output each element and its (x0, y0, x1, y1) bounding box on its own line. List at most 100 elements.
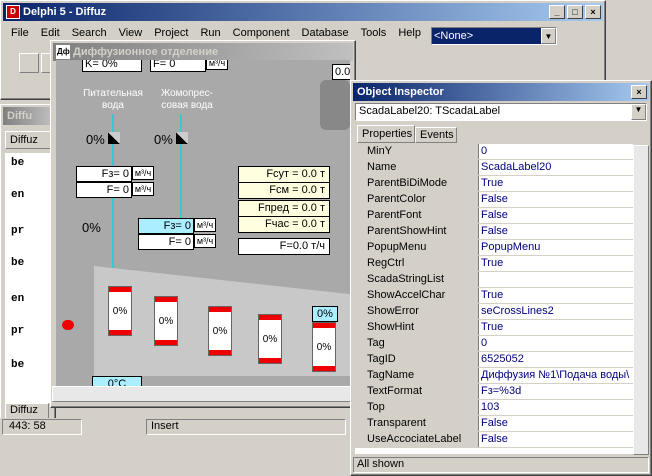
tank-1: 0% (108, 286, 132, 336)
property-value[interactable]: True (481, 320, 503, 335)
tank-5: 0% (312, 322, 336, 372)
tank-pct: 0% (112, 306, 128, 317)
minimize-button[interactable]: _ (549, 5, 565, 19)
top-f-label: F= 0 (150, 60, 206, 72)
property-value[interactable]: ScadaLabel20 (481, 160, 551, 175)
property-row[interactable]: ShowHint True (355, 320, 633, 336)
temp-label: 0°C (92, 376, 142, 386)
property-row[interactable]: RegCtrl True (355, 256, 633, 272)
valve2-pct: 0% (154, 132, 173, 147)
property-row[interactable]: ParentShowHint False (355, 224, 633, 240)
property-row[interactable]: Tag 0 (355, 336, 633, 352)
inspector-title-bar[interactable]: Object Inspector × (353, 83, 649, 101)
property-value[interactable]: False (481, 416, 508, 431)
property-name: Transparent (355, 416, 479, 431)
property-value[interactable]: PopupMenu (481, 240, 540, 255)
code-line: pr (11, 325, 25, 337)
property-row[interactable]: Name ScadaLabel20 (355, 160, 633, 176)
property-row[interactable]: ScadaStringList (355, 272, 633, 288)
close-button[interactable]: × (631, 85, 647, 99)
component-combo[interactable]: <None> ▼ (431, 27, 557, 45)
fz1-label: Fз= 0 (76, 166, 132, 182)
tab-properties[interactable]: Properties (357, 125, 415, 143)
property-row[interactable]: ParentColor False (355, 192, 633, 208)
unit-m3: м³/ч (132, 182, 154, 196)
property-value[interactable]: 103 (481, 400, 499, 415)
tank-2: 0% (154, 296, 178, 346)
property-value[interactable]: 0 (481, 144, 487, 159)
property-row[interactable]: Top 103 (355, 400, 633, 416)
status-pos: 443: 58 (9, 420, 46, 432)
property-row[interactable]: ParentFont False (355, 208, 633, 224)
property-name: PopupMenu (355, 240, 479, 255)
insert-mode: Insert (146, 419, 346, 435)
property-name: UseAccociateLabel (355, 432, 479, 447)
menu-file[interactable]: File (5, 25, 35, 43)
cyan-pct: 0% (312, 306, 338, 322)
press-water-label: Жомопрес- совая вода (161, 88, 213, 111)
inspector-status: All shown (353, 457, 649, 473)
property-value[interactable]: False (481, 224, 508, 239)
property-grid: MinY 0 Name ScadaLabel20 ParentBiDiMode True P… (355, 144, 633, 454)
f2-label: F= 0 (138, 234, 194, 250)
unit-m3: м³/ч (194, 234, 216, 248)
editor-title[interactable]: Diffu (3, 107, 53, 125)
property-row[interactable]: MinY 0 (355, 144, 633, 160)
ide-title-bar[interactable]: D Delphi 5 - Diffuz _ □ × (3, 3, 603, 21)
property-name: Top (355, 400, 479, 415)
tab-diffuz-bottom[interactable]: Diffuz (5, 403, 49, 419)
valve-icon[interactable] (176, 132, 188, 144)
property-value[interactable]: 6525052 (481, 352, 524, 367)
fpred-label: Fпред = 0.0 т (238, 200, 330, 217)
property-name: ParentBiDiMode (355, 176, 479, 191)
inspector-vscroll[interactable] (633, 145, 649, 455)
valve-icon[interactable] (108, 132, 120, 144)
property-name: ParentColor (355, 192, 479, 207)
property-row[interactable]: ShowAccelChar True (355, 288, 633, 304)
tab-diffuz[interactable]: Diffuz (5, 131, 51, 149)
object-selector[interactable]: ScadaLabel20: TScadaLabel ▼ (355, 103, 647, 121)
property-value[interactable]: False (481, 432, 508, 447)
form-title: Диффузионное отделение (73, 46, 219, 58)
property-row[interactable]: ParentBiDiMode True (355, 176, 633, 192)
property-name: ScadaStringList (355, 272, 479, 287)
tank-4: 0% (258, 314, 282, 364)
menu-tools[interactable]: Tools (355, 25, 393, 43)
property-name: TagID (355, 352, 479, 367)
form-icon: Дф (56, 45, 70, 59)
form-hscroll[interactable] (52, 386, 352, 402)
press-pipe (180, 114, 182, 218)
fchas-label: Fчас = 0.0 т (238, 216, 330, 233)
tab-events[interactable]: Events (415, 127, 457, 143)
property-value[interactable]: 0 (481, 336, 487, 351)
property-value[interactable]: False (481, 192, 508, 207)
property-row[interactable]: TagName Диффузия №1\Подача воды\ (355, 368, 633, 384)
property-value[interactable]: True (481, 176, 503, 191)
property-row[interactable]: Transparent False (355, 416, 633, 432)
property-row[interactable]: PopupMenu PopupMenu (355, 240, 633, 256)
maximize-button[interactable]: □ (567, 5, 583, 19)
code-area[interactable]: be en pr be en pr be (5, 153, 53, 403)
property-value[interactable]: seCrossLines2 (481, 304, 554, 319)
property-row[interactable]: ShowError seCrossLines2 (355, 304, 633, 320)
property-value[interactable]: True (481, 256, 503, 271)
property-name: ShowAccelChar (355, 288, 479, 303)
property-row[interactable]: TagID 6525052 (355, 352, 633, 368)
property-row[interactable]: UseAccociateLabel False (355, 432, 633, 448)
form-title-bar[interactable]: Дф Диффузионное отделение (53, 43, 353, 61)
chevron-down-icon[interactable]: ▼ (631, 104, 646, 120)
property-value[interactable]: Диффузия №1\Подача воды\ (481, 368, 629, 383)
property-value[interactable]: False (481, 208, 508, 223)
editor-status-bar: 443: 58 Insert (0, 418, 350, 436)
chevron-down-icon[interactable]: ▼ (541, 28, 556, 44)
menu-help[interactable]: Help (392, 25, 427, 43)
property-value[interactable]: True (481, 288, 503, 303)
property-value[interactable]: Fз=%3d (481, 384, 521, 399)
combo-value: <None> (434, 30, 474, 42)
toolbar-button-1[interactable] (19, 53, 39, 73)
close-button[interactable]: × (585, 5, 601, 19)
property-row[interactable]: TextFormat Fз=%3d (355, 384, 633, 400)
status-mode: Insert (151, 420, 179, 432)
tab-label: Events (420, 129, 454, 141)
form-canvas[interactable]: K= 0% F= 0 м³/ч 0.0 об Питательная вода … (56, 60, 350, 386)
